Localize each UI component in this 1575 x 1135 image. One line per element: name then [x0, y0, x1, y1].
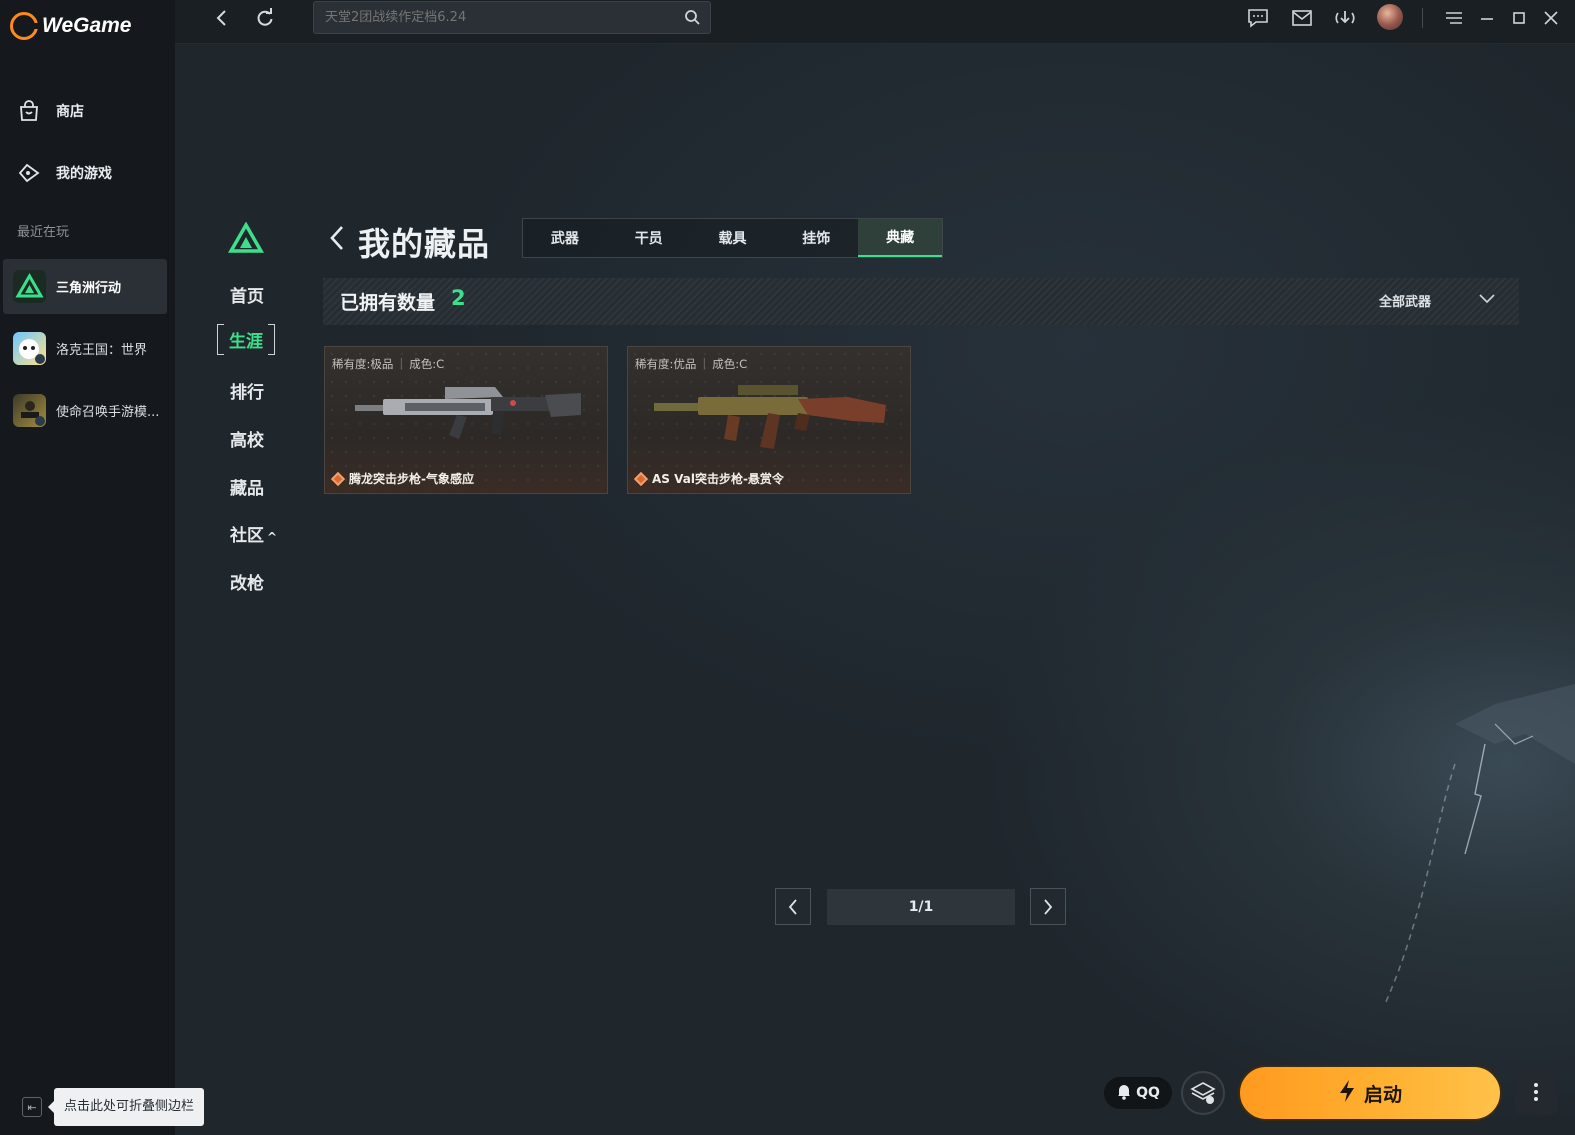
layers-icon — [1190, 1082, 1216, 1104]
accelerator-button[interactable] — [1181, 1071, 1225, 1115]
gamepad-icon — [16, 160, 42, 186]
game-nav-gunsmith[interactable]: 改枪 — [230, 569, 264, 594]
item-name: 腾龙突击步枪-气象感应 — [349, 472, 474, 486]
tab-collectors[interactable]: 典藏 — [858, 219, 942, 257]
game-nav-college[interactable]: 高校 — [230, 426, 264, 451]
game-name: 三角洲行动 — [56, 281, 122, 296]
topbar-divider — [1422, 8, 1423, 28]
recent-game-roco-kingdom[interactable]: 洛克王国：世界 — [3, 321, 167, 376]
owned-count-bar: 已拥有数量 2 全部武器 — [323, 278, 1519, 325]
item-card[interactable]: 稀有度:优品 | 成色:C AS Val突击步枪-悬赏令 — [627, 346, 911, 494]
lightning-icon — [1338, 1079, 1356, 1108]
close-icon[interactable] — [1537, 6, 1565, 30]
launch-button[interactable]: 启动 — [1238, 1065, 1502, 1121]
launch-label: 启动 — [1363, 1083, 1402, 1106]
recent-game-delta-force[interactable]: 三角洲行动 — [3, 259, 167, 314]
more-options-button[interactable] — [1515, 1069, 1557, 1115]
user-avatar[interactable] — [1377, 4, 1403, 30]
game-name: 使命召唤手游模... — [56, 405, 160, 420]
back-icon[interactable] — [208, 6, 236, 30]
app-name: WeGame — [42, 14, 132, 37]
recent-game-cod-mobile[interactable]: 使命召唤手游模... — [3, 383, 167, 438]
sidebar-item-label: 我的游戏 — [56, 166, 112, 182]
menu-icon[interactable] — [1440, 6, 1468, 30]
qq-button[interactable]: QQ — [1104, 1077, 1172, 1109]
cod-mobile-icon — [13, 394, 46, 427]
chevron-up-icon: ^ — [267, 530, 278, 544]
more-vertical-icon — [1534, 1083, 1538, 1101]
page-indicator: 1/1 — [827, 889, 1015, 925]
shopping-bag-icon — [16, 98, 42, 124]
page-title: 我的藏品 — [358, 225, 491, 263]
item-meta: 稀有度:优品 | 成色:C — [635, 356, 748, 371]
delta-force-icon — [13, 270, 46, 303]
background-art — [175, 44, 1575, 1135]
game-nav-community[interactable]: 社区 ^ — [230, 521, 277, 546]
download-icon[interactable] — [1331, 6, 1359, 30]
chat-icon[interactable] — [1244, 6, 1272, 30]
next-page-button[interactable] — [1030, 888, 1066, 925]
game-nav-career[interactable]: 生涯 — [217, 324, 275, 355]
chevron-left-icon — [788, 898, 797, 915]
item-name-row: 腾龙突击步枪-气象感应 — [330, 470, 474, 487]
tab-charms[interactable]: 挂饰 — [774, 219, 858, 257]
tab-vehicles[interactable]: 载具 — [691, 219, 775, 257]
chevron-down-icon — [1479, 293, 1495, 308]
prev-page-button[interactable] — [775, 888, 811, 925]
sidebar-item-my-games[interactable]: 我的游戏 — [16, 160, 112, 186]
search-input[interactable] — [314, 2, 654, 33]
collection-tabs: 武器 干员 载具 挂饰 典藏 — [522, 218, 943, 258]
back-arrow-icon[interactable] — [328, 224, 346, 259]
owned-count-value: 2 — [451, 286, 466, 310]
tab-operators[interactable]: 干员 — [607, 219, 691, 257]
search-icon[interactable] — [684, 9, 700, 29]
tab-weapons[interactable]: 武器 — [523, 219, 607, 257]
sidebar-item-label: 商店 — [56, 104, 84, 120]
item-name: AS Val突击步枪-悬赏令 — [652, 472, 784, 486]
owned-count-label: 已拥有数量 — [340, 292, 436, 314]
top-bar — [175, 0, 1575, 44]
weapon-filter-dropdown[interactable]: 全部武器 — [1379, 291, 1495, 310]
item-name-row: AS Val突击步枪-悬赏令 — [633, 470, 784, 487]
minimize-icon[interactable] — [1473, 6, 1501, 30]
game-nav-home[interactable]: 首页 — [230, 282, 264, 307]
item-condition: 成色:C — [712, 357, 748, 371]
recent-played-label: 最近在玩 — [17, 225, 70, 240]
rarity-diamond-icon — [330, 471, 346, 486]
rarity-diamond-icon — [633, 471, 649, 486]
item-card[interactable]: 稀有度:极品 | 成色:C 腾龙突击步枪-气象感应 — [324, 346, 608, 494]
sidebar: WeGame 商店 我的游戏 最近在玩 三角洲行动 洛克王国：世界 使命召唤手游… — [0, 0, 175, 1135]
game-nav-community-label: 社区 — [230, 526, 264, 546]
qq-label: QQ — [1136, 1085, 1160, 1101]
rifle-image — [654, 385, 886, 449]
item-rarity: 稀有度:优品 — [635, 357, 697, 371]
roco-kingdom-icon — [13, 332, 46, 365]
delta-force-logo-icon[interactable] — [227, 221, 265, 258]
item-rarity: 稀有度:极品 — [332, 357, 394, 371]
sidebar-item-store[interactable]: 商店 — [16, 98, 84, 124]
bell-icon — [1116, 1082, 1132, 1104]
item-condition: 成色:C — [409, 357, 445, 371]
filter-label: 全部武器 — [1378, 295, 1431, 310]
collapse-tooltip: 点击此处可折叠侧边栏 — [47, 1088, 205, 1126]
game-nav-collection[interactable]: 藏品 — [230, 474, 264, 499]
refresh-icon[interactable] — [251, 6, 279, 30]
maximize-icon[interactable] — [1505, 6, 1533, 30]
mail-icon[interactable] — [1288, 6, 1316, 30]
chevron-right-icon — [1044, 898, 1053, 915]
collapse-sidebar-button[interactable]: ⇤ — [22, 1097, 42, 1117]
game-nav-career-label: 生涯 — [229, 332, 263, 352]
game-name: 洛克王国：世界 — [56, 343, 148, 358]
wegame-logo-icon — [10, 12, 38, 40]
storm-clouds-art — [1384, 684, 1575, 1005]
item-meta: 稀有度:极品 | 成色:C — [332, 356, 445, 371]
wegame-logo[interactable]: WeGame — [10, 12, 132, 40]
rifle-image — [355, 387, 581, 439]
game-nav-ranking[interactable]: 排行 — [230, 378, 264, 403]
search-box[interactable] — [313, 1, 711, 34]
